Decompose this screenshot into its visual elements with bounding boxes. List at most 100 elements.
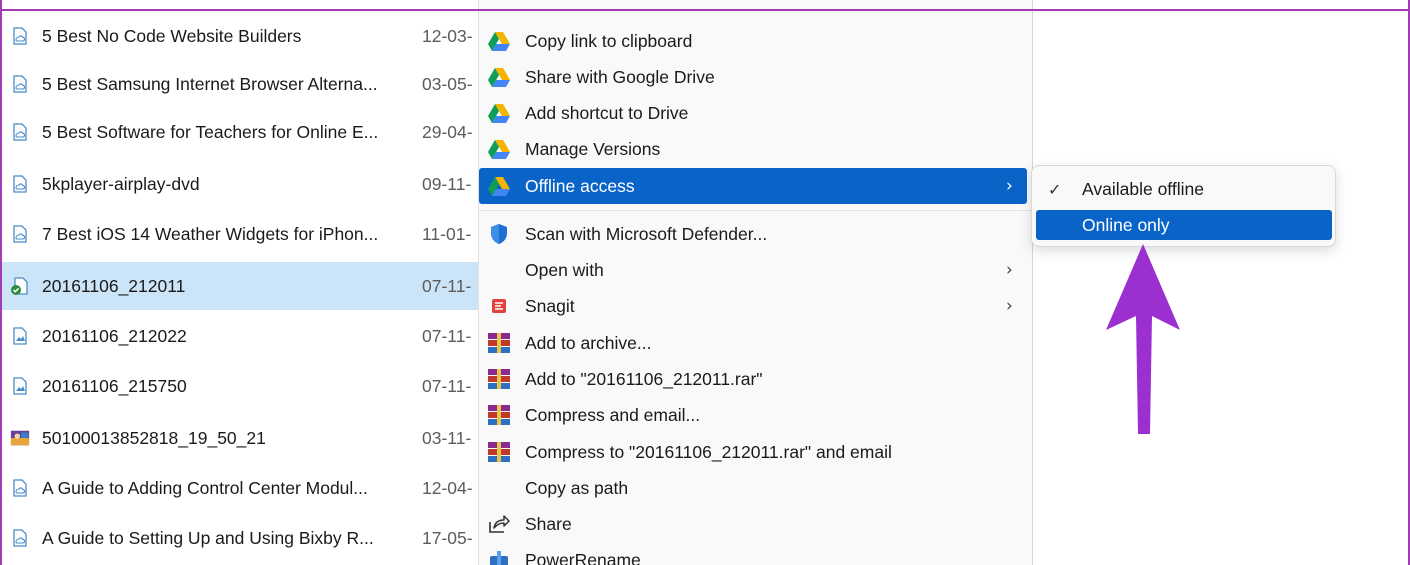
synced-image-icon: [10, 276, 30, 296]
cloud-doc-icon: [10, 528, 30, 548]
menu-label: PowerRename: [525, 549, 641, 565]
snagit-icon: [487, 294, 511, 318]
menu-label: Share: [525, 513, 572, 534]
file-row[interactable]: 50100013852818_19_50_21 03-11-: [2, 414, 480, 462]
annotation-arrow-icon: [1106, 244, 1180, 434]
google-drive-icon: [487, 101, 511, 125]
file-row[interactable]: 20161106_212022 07-11-: [2, 312, 480, 360]
defender-shield-icon: [487, 222, 511, 246]
menu-item-add-to-archive[interactable]: Add to archive...: [479, 325, 1032, 361]
menu-item-add-to-rar[interactable]: Add to "20161106_212011.rar": [479, 361, 1032, 397]
file-date: 03-11-: [422, 427, 472, 448]
file-date: 12-03-: [422, 25, 473, 46]
menu-label: Add shortcut to Drive: [525, 102, 689, 123]
menu-item-manage-versions[interactable]: Manage Versions: [479, 131, 1032, 167]
submenu-label: Available offline: [1082, 178, 1204, 199]
google-drive-icon: [487, 137, 511, 161]
menu-item-scan-defender[interactable]: Scan with Microsoft Defender...: [479, 216, 1032, 252]
menu-label: Add to archive...: [525, 332, 652, 353]
share-icon: [487, 512, 511, 536]
menu-label: Manage Versions: [525, 138, 661, 159]
menu-label: Open with: [525, 259, 604, 280]
context-menu: Copy link to clipboard Share with Google…: [478, 0, 1033, 565]
top-border: [0, 9, 1410, 11]
menu-label: Copy as path: [525, 477, 629, 498]
file-name: 50100013852818_19_50_21: [42, 427, 266, 448]
menu-label: Compress and email...: [525, 404, 701, 425]
menu-item-compress-email[interactable]: Compress and email...: [479, 397, 1032, 433]
cloud-doc-icon: [10, 224, 30, 244]
offline-access-submenu: ✓ Available offline Online only: [1031, 165, 1336, 247]
menu-label: Scan with Microsoft Defender...: [525, 223, 768, 244]
menu-item-compress-to-rar-email[interactable]: Compress to "20161106_212011.rar" and em…: [479, 434, 1032, 470]
cloud-doc-icon: [10, 478, 30, 498]
file-date: 03-05-: [422, 73, 473, 94]
menu-label: Snagit: [525, 295, 575, 316]
google-drive-icon: [487, 174, 511, 198]
menu-label: Offline access: [525, 175, 635, 196]
file-row[interactable]: 20161106_215750 07-11-: [2, 362, 480, 410]
winrar-icon: [487, 367, 511, 391]
file-name: A Guide to Adding Control Center Modul..…: [42, 477, 368, 498]
chevron-right-icon: ›: [1006, 260, 1013, 280]
file-name: 5 Best No Code Website Builders: [42, 25, 302, 46]
submenu-item-online-only[interactable]: Online only: [1036, 210, 1332, 240]
file-name: 20161106_212022: [42, 325, 187, 346]
file-name: A Guide to Setting Up and Using Bixby R.…: [42, 527, 374, 548]
file-name: 20161106_212011: [42, 275, 186, 296]
menu-label: Share with Google Drive: [525, 66, 715, 87]
menu-item-copy-as-path[interactable]: Copy as path: [479, 470, 1032, 506]
menu-item-share-google-drive[interactable]: Share with Google Drive: [479, 59, 1032, 95]
winrar-icon: [487, 440, 511, 464]
menu-item-open-with[interactable]: Open with ›: [479, 252, 1032, 288]
cloud-doc-icon: [10, 122, 30, 142]
submenu-item-available-offline[interactable]: ✓ Available offline: [1036, 174, 1332, 204]
google-drive-icon: [487, 29, 511, 53]
file-date: 07-11-: [422, 275, 472, 296]
submenu-label: Online only: [1082, 214, 1170, 235]
cloud-doc-icon: [10, 174, 30, 194]
file-row[interactable]: 5 Best No Code Website Builders 12-03-: [2, 12, 480, 60]
file-name: 7 Best iOS 14 Weather Widgets for iPhon.…: [42, 223, 379, 244]
file-row[interactable]: 5kplayer-airplay-dvd 09-11-: [2, 160, 480, 208]
menu-item-add-shortcut[interactable]: Add shortcut to Drive: [479, 95, 1032, 131]
file-date: 11-01-: [422, 223, 472, 244]
file-name: 5kplayer-airplay-dvd: [42, 173, 200, 194]
file-date: 07-11-: [422, 375, 472, 396]
checkmark-icon: ✓: [1048, 179, 1062, 199]
cloud-doc-icon: [10, 26, 30, 46]
file-date: 12-04-: [422, 477, 473, 498]
chevron-right-icon: ›: [1006, 176, 1013, 196]
file-name: 5 Best Software for Teachers for Online …: [42, 121, 379, 142]
powerrename-icon: [487, 548, 511, 565]
file-date: 17-05-: [422, 527, 473, 548]
file-date: 07-11-: [422, 325, 472, 346]
file-name: 5 Best Samsung Internet Browser Alterna.…: [42, 73, 378, 94]
menu-label: Copy link to clipboard: [525, 30, 693, 51]
menu-label: Compress to "20161106_212011.rar" and em…: [525, 441, 892, 462]
file-row[interactable]: A Guide to Setting Up and Using Bixby R.…: [2, 514, 480, 562]
file-row[interactable]: 7 Best iOS 14 Weather Widgets for iPhon.…: [2, 210, 480, 258]
menu-item-powerrename[interactable]: PowerRename: [479, 542, 1032, 565]
winrar-icon: [487, 403, 511, 427]
menu-separator: [479, 210, 1032, 211]
menu-item-offline-access[interactable]: Offline access ›: [479, 168, 1027, 204]
file-date: 29-04-: [422, 121, 473, 142]
file-row[interactable]: 5 Best Samsung Internet Browser Alterna.…: [2, 60, 480, 108]
menu-item-share[interactable]: Share: [479, 506, 1032, 542]
file-row[interactable]: A Guide to Adding Control Center Modul..…: [2, 464, 480, 512]
cloud-doc-icon: [10, 74, 30, 94]
menu-item-snagit[interactable]: Snagit ›: [479, 288, 1032, 324]
file-name: 20161106_215750: [42, 375, 187, 396]
image-doc-icon: [10, 326, 30, 346]
winrar-icon: [487, 331, 511, 355]
menu-label: Add to "20161106_212011.rar": [525, 368, 763, 389]
google-drive-icon: [487, 65, 511, 89]
file-row-selected[interactable]: 20161106_212011 07-11-: [2, 262, 480, 310]
menu-item-copy-link[interactable]: Copy link to clipboard: [479, 23, 1032, 59]
image-doc-icon: [10, 376, 30, 396]
chevron-right-icon: ›: [1006, 296, 1013, 316]
file-row[interactable]: 5 Best Software for Teachers for Online …: [2, 108, 480, 156]
file-date: 09-11-: [422, 173, 472, 194]
photo-thumbnail-icon: [10, 428, 30, 448]
